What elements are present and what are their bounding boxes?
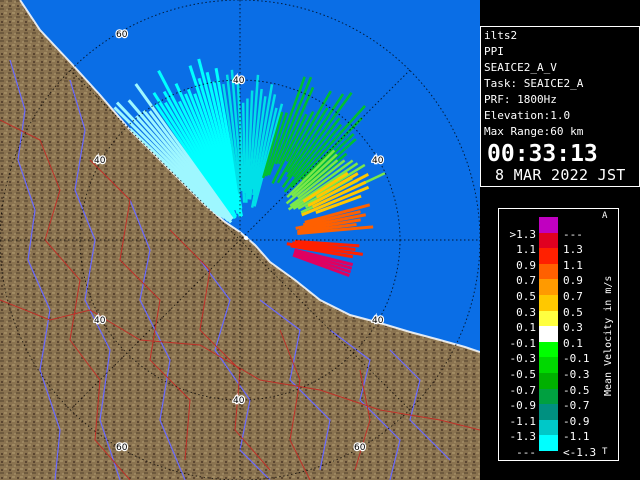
radar-ppi-map[interactable]: 60 40 40 40 40 40 40 60 60	[0, 0, 480, 480]
legend-row: -1.1 -0.9	[499, 404, 599, 427]
scan-time: 00:33:13	[487, 141, 598, 167]
legend-row: 0.3 0.5	[499, 295, 599, 318]
ring-label-60-se: 60	[354, 443, 366, 453]
ring-label-40-w: 40	[94, 156, 106, 166]
legend-upper-bound: <-1.3	[563, 445, 597, 459]
legend-swatch	[539, 326, 558, 342]
legend-swatch	[539, 435, 558, 451]
max-range-value: Max Range:60 km	[484, 125, 584, 138]
legend-row: >1.3 ---	[499, 217, 599, 240]
legend-lower-bound: ---	[516, 445, 536, 459]
legend-row: -0.9 -0.7	[499, 388, 599, 412]
legend-row: 0.5 0.7	[499, 279, 599, 302]
scan-info-panel: ilts2 PPI SEAICE2_A_V Task: SEAICE2_A PR…	[480, 26, 640, 187]
ring-label-60-nw: 60	[116, 30, 128, 40]
legend-swatch	[539, 279, 558, 295]
legend-swatch	[539, 419, 558, 436]
product-name: SEAICE2_A_V	[484, 61, 557, 74]
legend-swatch	[539, 357, 558, 373]
legend-row: -0.1 0.1	[499, 326, 599, 349]
ring-label-40-s: 40	[233, 396, 245, 406]
ring-label-60-sw: 60	[116, 443, 128, 453]
legend-row: 0.9 1.1	[499, 248, 599, 271]
ring-label-40-sw: 40	[94, 316, 106, 326]
legend-row: 1.1 1.3	[499, 232, 599, 256]
radar-site-marker	[244, 236, 248, 240]
task-name: Task: SEAICE2_A	[484, 77, 584, 90]
legend-swatch	[539, 373, 558, 389]
echo-ray	[245, 98, 249, 203]
legend-bottom-marker: T	[602, 447, 608, 457]
legend-swatch	[539, 341, 558, 358]
ring-label-40-se: 40	[372, 316, 384, 326]
legend-row: -1.3 -1.1	[499, 419, 599, 443]
legend-swatch	[539, 295, 558, 311]
legend-row: -0.5 -0.3	[499, 357, 599, 380]
elevation-value: Elevation:1.0	[484, 109, 571, 122]
prf-value: PRF: 1800Hz	[484, 93, 557, 106]
scan-date: 8 MAR 2022 JST	[495, 166, 626, 184]
ring-label-40-e: 40	[372, 156, 384, 166]
legend-row: -0.7 -0.5	[499, 373, 599, 396]
legend-row: 0.7 0.9	[499, 263, 599, 287]
legend-title: Mean Velocity in m/s	[603, 275, 614, 396]
legend-row: --- <-1.3	[499, 435, 599, 458]
legend-row: 0.1 0.3	[499, 310, 599, 334]
station-name: ilts2	[484, 29, 518, 42]
scan-mode: PPI	[484, 45, 504, 58]
velocity-color-legend: >1.3 --- 1.1 1.3 0.9 1.1 0.7 0.9 0.5 0.7 0.3 0.5 0.1…	[498, 208, 619, 461]
legend-swatch	[539, 404, 558, 420]
ring-label-40-ne: 40	[233, 76, 245, 86]
legend-top-marker: A	[602, 211, 608, 221]
legend-swatch	[539, 310, 558, 327]
legend-swatch	[539, 248, 558, 264]
legend-swatch	[539, 217, 558, 233]
legend-swatch	[539, 388, 558, 405]
legend-swatch	[539, 232, 558, 249]
legend-row: -0.3 -0.1	[499, 341, 599, 365]
legend-swatch	[539, 263, 558, 280]
